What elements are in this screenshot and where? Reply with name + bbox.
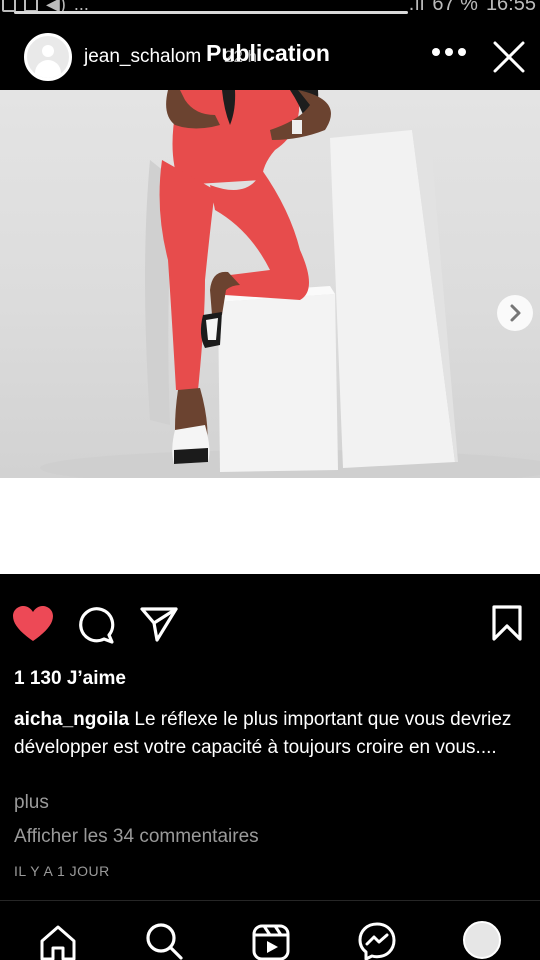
header-username[interactable]: jean_schalom [84, 46, 201, 68]
notification-image-icon [2, 0, 16, 12]
post-date: IL Y A 1 JOUR [14, 863, 110, 879]
heart-icon[interactable] [12, 605, 54, 643]
post-actions [0, 574, 540, 664]
post-image[interactable] [0, 90, 540, 478]
send-icon[interactable] [140, 605, 178, 643]
post-header: jean_schalom 22 h Publication [0, 14, 540, 90]
notification-app-icon [24, 0, 38, 12]
post-caption: aicha_ngoila Le réflexe le plus importan… [14, 706, 514, 762]
bookmark-icon[interactable] [492, 605, 522, 641]
more-icon[interactable] [432, 48, 466, 56]
status-bar: ◀) ... .ıl 67 % 16:55 [0, 0, 540, 14]
page-title: Publication [206, 40, 330, 66]
chevron-right-icon [510, 304, 521, 322]
next-image-button[interactable] [497, 295, 533, 331]
reels-icon[interactable] [251, 921, 291, 960]
caption-author[interactable]: aicha_ngoila [14, 709, 129, 730]
messenger-icon[interactable] [357, 921, 397, 960]
like-count[interactable]: 1 130 J’aime [14, 668, 126, 690]
status-system: .ıl 67 % 16:55 [409, 0, 536, 14]
close-icon[interactable] [492, 40, 526, 74]
profile-avatar[interactable] [463, 921, 501, 959]
view-comments-link[interactable]: Afficher les 34 commentaires [14, 826, 259, 848]
author-avatar[interactable] [24, 33, 72, 81]
clock: 16:55 [485, 0, 536, 14]
battery-level: 67 % [432, 0, 478, 14]
caption-more-link[interactable]: plus [14, 792, 49, 814]
comment-icon[interactable] [76, 605, 116, 645]
post-image-illustration [40, 90, 540, 478]
bottom-navigation [0, 900, 540, 960]
image-letterbox [0, 478, 540, 574]
search-icon[interactable] [144, 921, 184, 960]
home-icon[interactable] [38, 921, 78, 960]
signal-icon: .ıl [408, 0, 425, 14]
